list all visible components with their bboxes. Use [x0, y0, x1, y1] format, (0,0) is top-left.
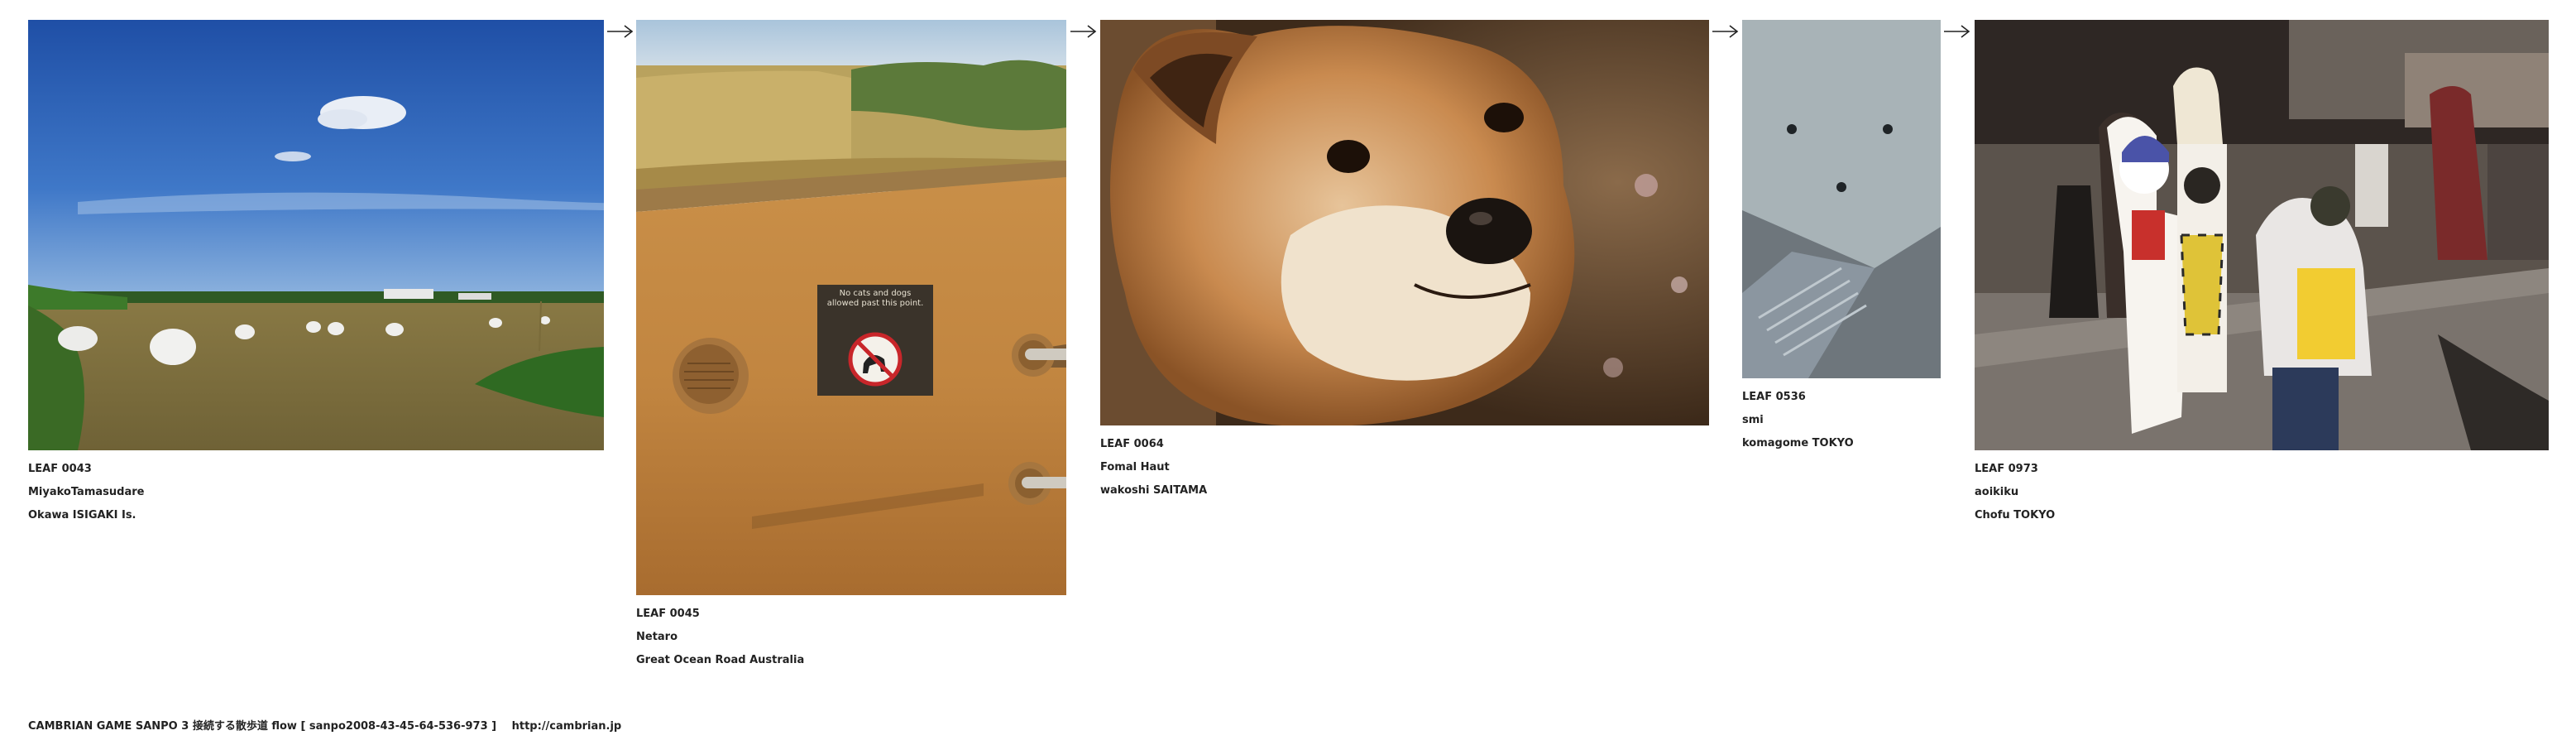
leaf-card-0043: LEAF 0043 MiyakoTamasudare Okawa ISIGAKI… [28, 20, 604, 527]
leaf-author-0043: MiyakoTamasudare [28, 486, 145, 498]
leaf-author-0045: Netaro [636, 631, 678, 643]
leaf-id-0973: LEAF 0973 [1975, 463, 2038, 475]
leaf-place-0064: wakoshi SAITAMA [1100, 484, 1208, 497]
leaf-id-0064: LEAF 0064 [1100, 438, 1164, 450]
leaf-card-0064: LEAF 0064 Fomal Haut wakoshi SAITAMA [1100, 20, 1709, 502]
leaf-id-0536: LEAF 0536 [1742, 391, 1806, 403]
footer-text: CAMBRIAN GAME SANPO 3 接続する散歩道 flow [ san… [28, 720, 497, 733]
arrow-right-icon [1070, 25, 1097, 38]
leaf-author-0064: Fomal Haut [1100, 461, 1170, 473]
footer-link[interactable]: http://cambrian.jp [512, 720, 622, 733]
leaf-place-0536: komagome TOKYO [1742, 437, 1854, 449]
arrow-right-icon [1944, 25, 1970, 38]
leaf-id-0045: LEAF 0045 [636, 608, 700, 620]
arrow-right-icon [607, 25, 634, 38]
leaf-card-0045: No cats and dogs allowed past this point… [636, 20, 1066, 672]
leaf-card-0536: LEAF 0536 smi komagome TOKYO [1742, 20, 1941, 455]
footer: CAMBRIAN GAME SANPO 3 接続する散歩道 flow [ san… [28, 717, 621, 733]
leaf-photo-0045[interactable]: No cats and dogs allowed past this point… [636, 20, 1066, 595]
leaf-card-0973: LEAF 0973 aoikiku Chofu TOKYO [1975, 20, 2549, 527]
arrow-right-icon [1712, 25, 1739, 38]
leaf-id-0043: LEAF 0043 [28, 463, 92, 475]
leaf-place-0045: Great Ocean Road Australia [636, 654, 805, 666]
leaf-author-0973: aoikiku [1975, 486, 2019, 498]
leaf-photo-0536[interactable] [1742, 20, 1941, 378]
leaf-place-0043: Okawa ISIGAKI Is. [28, 509, 136, 522]
leaf-photo-0043[interactable] [28, 20, 604, 450]
sign-text-line1: No cats and dogs [840, 289, 912, 298]
sign-text-line2: allowed past this point. [827, 299, 924, 308]
leaf-author-0536: smi [1742, 414, 1764, 426]
leaf-photo-0064[interactable] [1100, 20, 1709, 425]
leaf-photo-0973[interactable] [1975, 20, 2549, 450]
leaf-place-0973: Chofu TOKYO [1975, 509, 2056, 522]
